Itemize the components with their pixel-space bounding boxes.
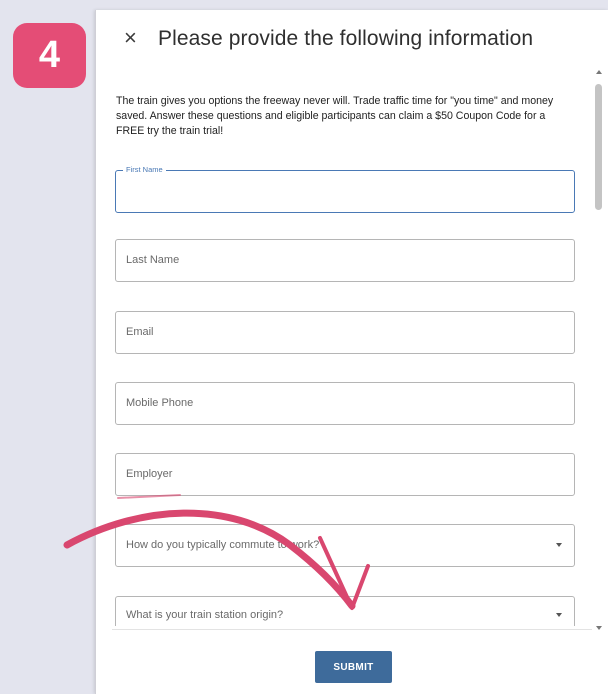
mobile-phone-field[interactable]: Mobile Phone — [115, 382, 575, 425]
chevron-down-icon — [556, 543, 562, 547]
commute-placeholder: How do you typically commute to work? — [126, 539, 320, 551]
intro-text: The train gives you options the freeway … — [116, 95, 554, 137]
employer-placeholder: Employer — [126, 468, 173, 480]
scroll-up-icon[interactable] — [596, 70, 602, 74]
mobile-phone-placeholder: Mobile Phone — [126, 397, 194, 409]
station-origin-select[interactable]: What is your train station origin? — [115, 596, 575, 626]
submit-button[interactable]: SUBMIT — [315, 651, 392, 683]
dialog-title: Please provide the following information — [158, 27, 534, 50]
footer-divider — [112, 629, 592, 630]
scroll-down-icon[interactable] — [596, 626, 602, 630]
last-name-placeholder: Last Name — [126, 254, 180, 266]
step-number-badge: 4 — [13, 23, 86, 88]
first-name-label: First Name — [123, 165, 166, 174]
station-origin-placeholder: What is your train station origin? — [126, 609, 284, 621]
last-name-field[interactable]: Last Name — [115, 239, 575, 282]
info-dialog: × Please provide the following informati… — [95, 10, 608, 694]
chevron-down-icon — [556, 613, 562, 617]
dialog-header: × Please provide the following informati… — [96, 10, 608, 66]
close-icon[interactable]: × — [124, 27, 137, 49]
employer-field[interactable]: Employer — [115, 453, 575, 496]
scrollbar-thumb[interactable] — [595, 84, 602, 210]
email-placeholder: Email — [126, 326, 154, 338]
scrollbar[interactable] — [594, 70, 604, 630]
commute-select[interactable]: How do you typically commute to work? — [115, 524, 575, 567]
first-name-field[interactable]: First Name — [115, 165, 575, 213]
email-field[interactable]: Email — [115, 311, 575, 354]
